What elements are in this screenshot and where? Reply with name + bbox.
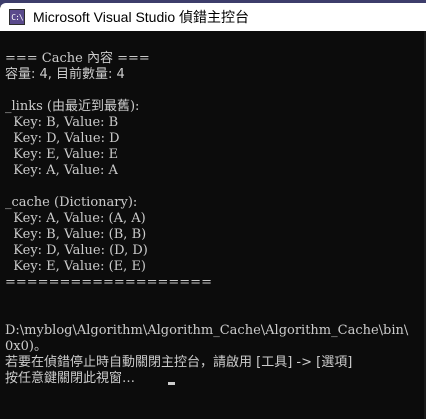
console-app-icon: C:\ [9, 9, 25, 25]
cache-entry-line: Key: A, Value: (A, A) [5, 211, 146, 226]
exit-path-line: D:\myblog\Algorithm\Algorithm_Cache\Algo… [5, 323, 409, 338]
separator-line: =================== [5, 275, 212, 290]
window-titlebar[interactable]: C:\ Microsoft Visual Studio 偵錯主控台 [0, 3, 426, 31]
cache-entry-line: Key: B, Value: (B, B) [5, 227, 147, 242]
links-entry-line: Key: D, Value: D [5, 131, 120, 146]
press-any-key-line: 按任意鍵關閉此視窗… [5, 371, 136, 386]
cache-entry-line: Key: E, Value: (E, E) [5, 259, 147, 274]
links-entry-line: Key: A, Value: A [5, 163, 118, 178]
window-title: Microsoft Visual Studio 偵錯主控台 [33, 9, 250, 25]
auto-close-hint-line: 若要在偵錯停止時自動關閉主控台，請啟用 [工具] -> [選項] [5, 355, 353, 370]
text-cursor [168, 382, 175, 385]
links-entry-line: Key: B, Value: B [5, 115, 119, 130]
exit-code-line: 0x0)。 [5, 339, 47, 354]
links-heading-line: _links (由最近到最舊): [5, 99, 140, 114]
cache-heading-line: _cache (Dictionary): [5, 195, 138, 210]
links-entry-line: Key: E, Value: E [5, 147, 119, 162]
cache-entry-line: Key: D, Value: (D, D) [5, 243, 148, 258]
cache-header-line: === Cache 內容 === [5, 51, 150, 66]
console-output[interactable]: === Cache 內容 === 容量: 4, 目前數量: 4 _links (… [0, 31, 426, 419]
capacity-line: 容量: 4, 目前數量: 4 [5, 67, 125, 82]
